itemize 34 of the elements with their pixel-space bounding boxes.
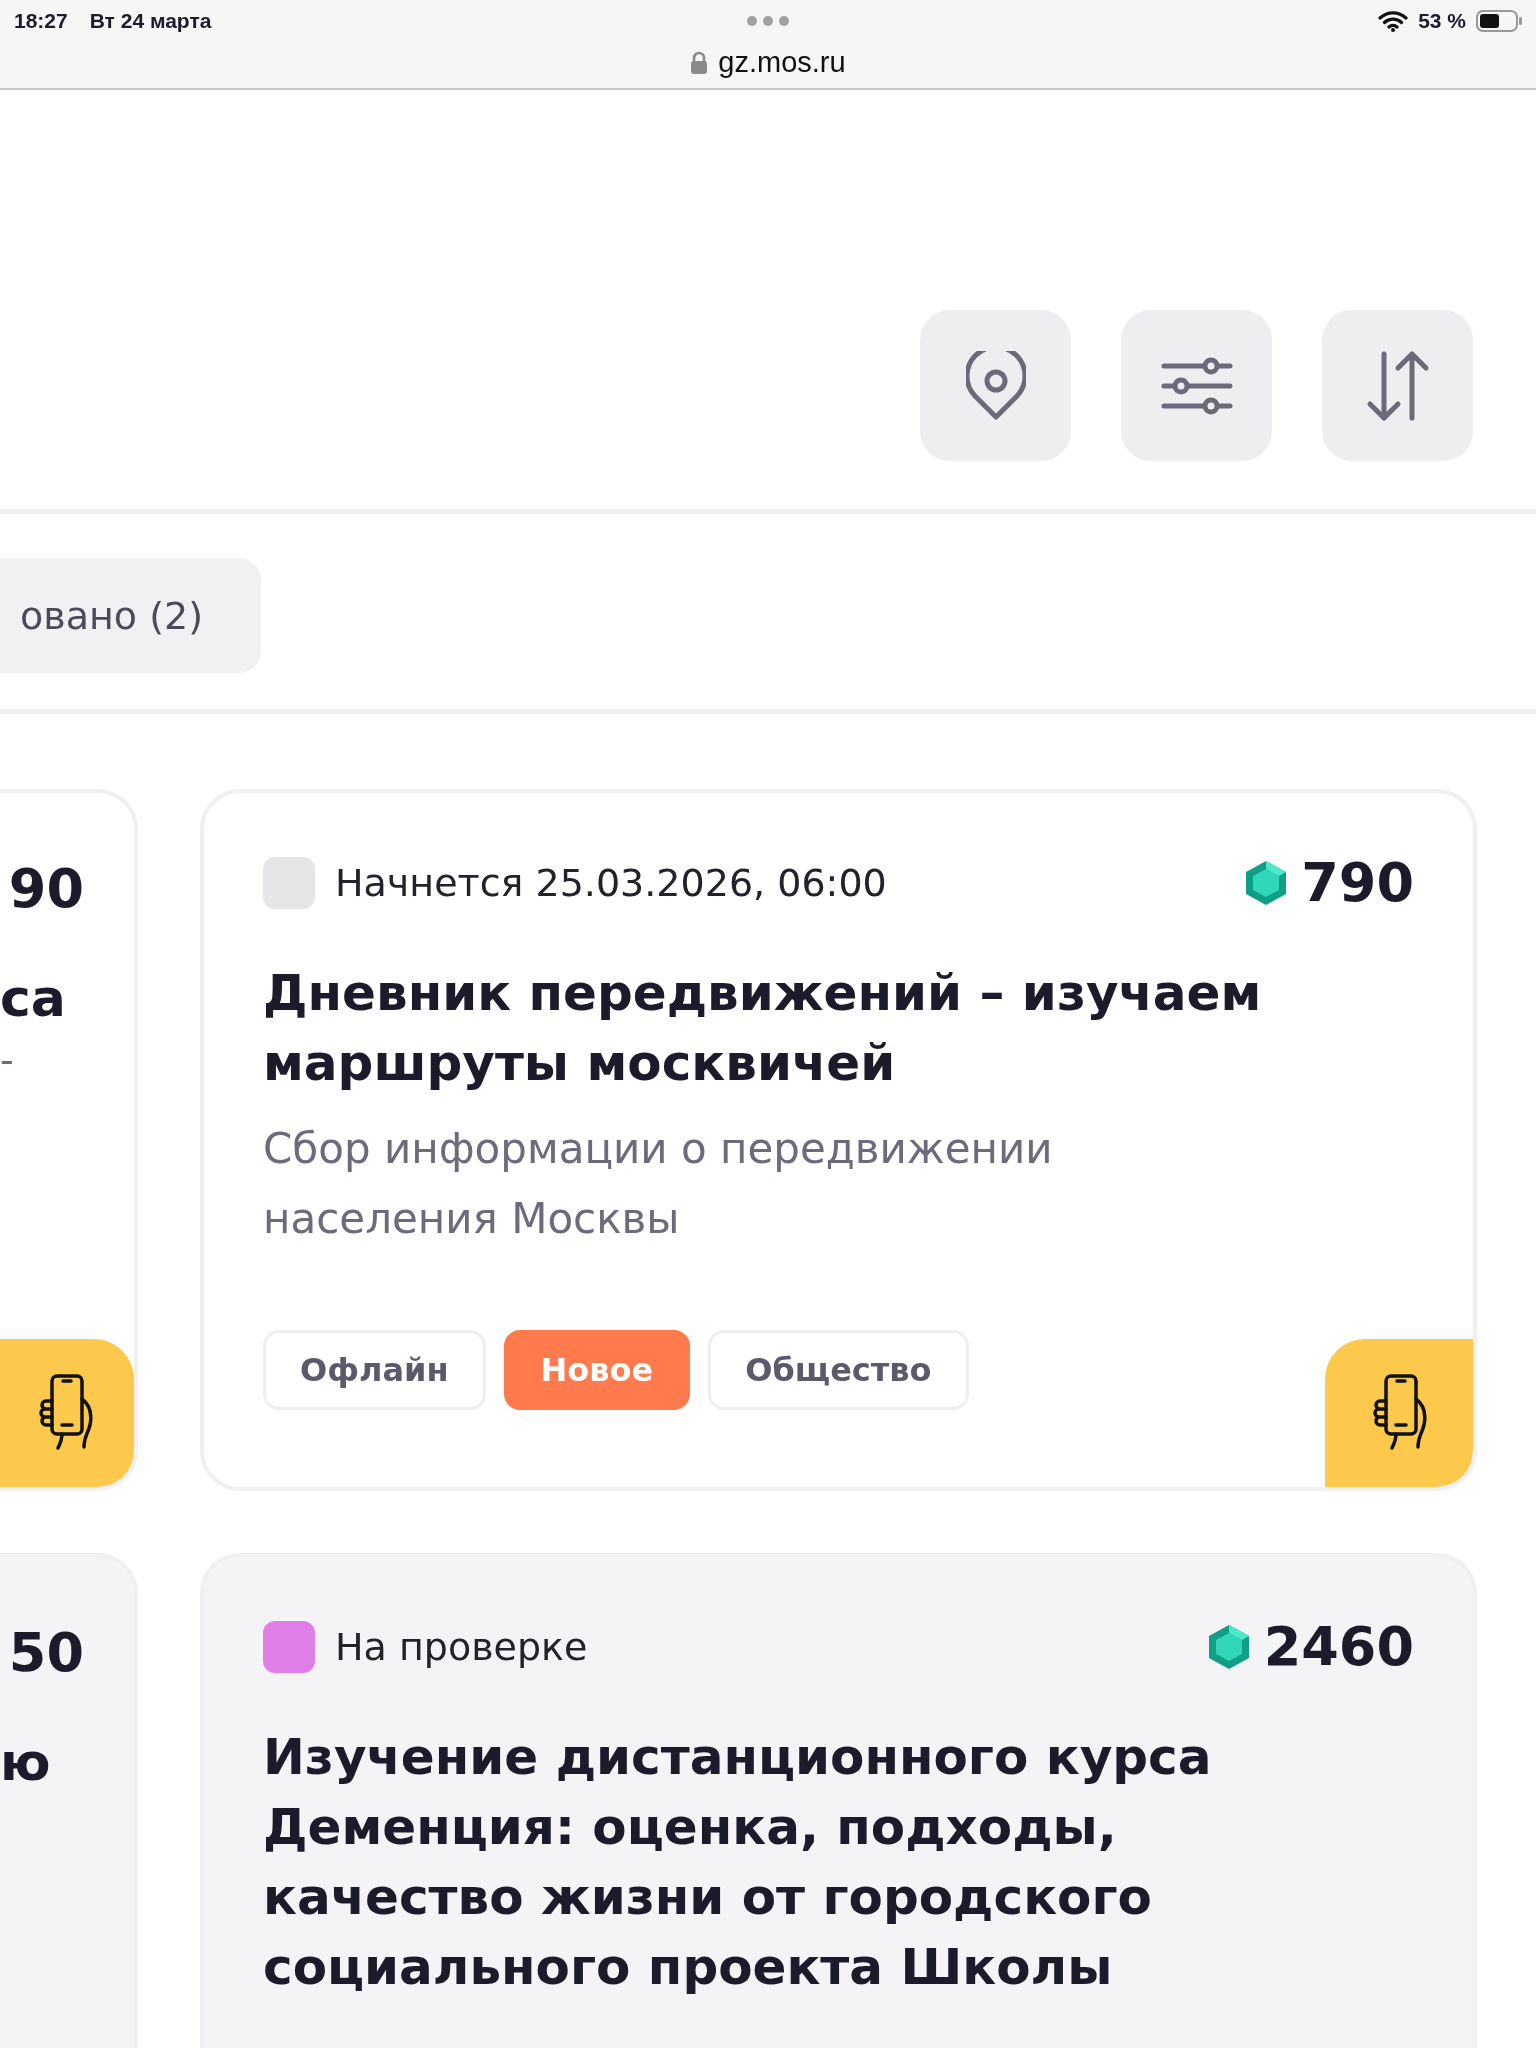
wifi-icon: [1378, 10, 1409, 32]
points-value: 50: [7, 1620, 85, 1684]
points-value: 790: [1301, 851, 1414, 914]
url-text[interactable]: gz.mos.ru: [718, 46, 846, 79]
battery-icon: [1476, 10, 1522, 32]
battery-percent: 53 %: [1418, 9, 1466, 33]
card-title: Изучение дистанционного курса Деменция: оценка, подходы, качество жизни от городского социального проекта Школы: [263, 1727, 1213, 1998]
tag-chip: Общество: [708, 1330, 969, 1410]
gem-icon: [1207, 1623, 1250, 1670]
card-description: -: [0, 1037, 15, 1082]
gem-icon: [1245, 859, 1288, 906]
card-description: Сбор информации о передвижении населения Москвы: [263, 1123, 1054, 1245]
map-pin-button[interactable]: [920, 310, 1071, 461]
phone-in-hand-icon: [36, 1373, 94, 1453]
points-value: 90: [7, 856, 85, 920]
settings-sliders-icon: [1160, 355, 1233, 416]
status-label: Начнется 25.03.2026, 06:00: [335, 860, 887, 905]
card-title: ю: [0, 1731, 52, 1792]
clock-time: 18:27: [14, 9, 68, 33]
task-card[interactable]: На проверке 2460 Изучение дистанционного курса Деменция: оценка, подходы, качество жизни от городского социального проекта Школы: [200, 1553, 1477, 2048]
phone-in-hand-icon: [1370, 1373, 1428, 1453]
lock-icon: [690, 50, 709, 75]
points-value: 2460: [1263, 1615, 1414, 1678]
filter-tab[interactable]: овано (2): [0, 558, 261, 673]
status-label: На проверке: [335, 1624, 588, 1669]
task-card[interactable]: Начнется 25.03.2026, 06:00 790 Дневник передвижений – изучаем маршруты москвичей Сбор информации о передвижении населения Москвы Офлайн Новое Общество: [200, 789, 1477, 1491]
filter-button[interactable]: [1121, 310, 1272, 461]
card-title: Дневник передвижений – изучаем маршруты москвичей: [263, 963, 1263, 1094]
card-title: са: [0, 967, 67, 1028]
tag-chip: Офлайн: [263, 1330, 486, 1410]
date-label: Вт 24 марта: [89, 9, 212, 33]
tag-chip: Новое: [503, 1330, 691, 1410]
sort-button[interactable]: [1322, 310, 1473, 461]
map-pin-icon: [965, 350, 1026, 421]
